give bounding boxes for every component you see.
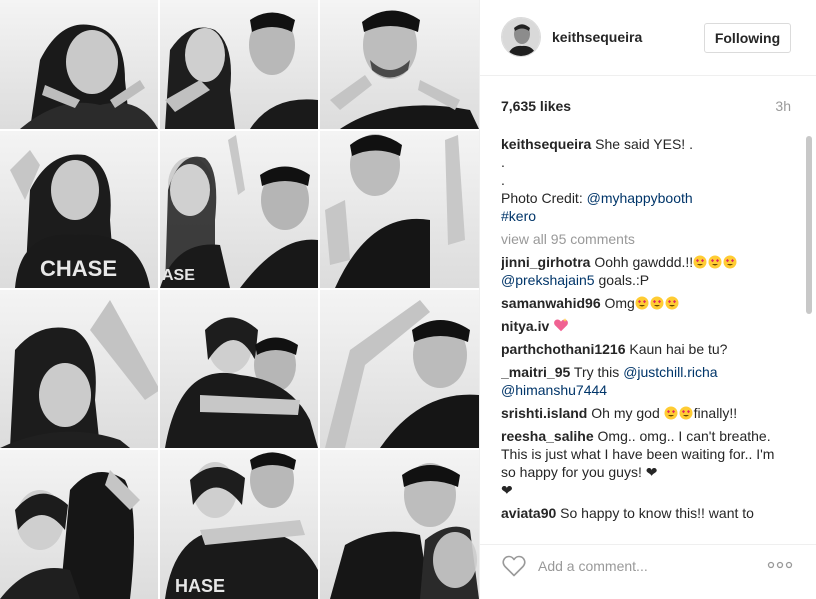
comment-username[interactable]: jinni_girhotra (501, 254, 590, 270)
comment-username[interactable]: parthchothani1216 (501, 341, 625, 357)
svg-text:CHASE: CHASE (40, 256, 117, 281)
heart-eyes-emoji (664, 405, 694, 421)
comments-scrollbar[interactable] (806, 136, 812, 314)
avatar[interactable] (501, 17, 541, 57)
comment-text: So happy to know this!! want to (556, 505, 754, 521)
comment-item: nitya.iv (501, 317, 791, 335)
comment-text: Omg (600, 295, 635, 311)
post-stats: 7,635 likes 3h (501, 98, 791, 116)
comment-item: srishti.island Oh my god finally!! (501, 404, 791, 422)
svg-text:ASE: ASE (162, 267, 195, 284)
comment-username[interactable]: nitya.iv (501, 318, 549, 334)
photo-collage: CHASE ASE HASE (0, 0, 479, 599)
heart-eyes-emoji (693, 254, 738, 270)
comment-username[interactable]: _maitri_95 (501, 364, 570, 380)
post-time[interactable]: 3h (775, 98, 791, 114)
add-comment-input[interactable] (538, 556, 738, 576)
caption-credit-link[interactable]: @myhappybooth (587, 190, 693, 206)
caption-text: She said YES! . (591, 136, 693, 152)
comment-item: parthchothani1216 Kaun hai be tu? (501, 340, 791, 358)
svg-text:HASE: HASE (175, 576, 225, 596)
post-sidebar: keithsequeira Following 7,635 likes 3h k… (479, 0, 816, 599)
comment-item: aviata90 So happy to know this!! want to (501, 504, 791, 522)
caption-dot-2: . (501, 172, 505, 188)
heart-eyes-emoji (635, 295, 680, 311)
header-username[interactable]: keithsequeira (552, 29, 642, 45)
comment-item: reesha_salihe Omg.. omg.. I can't breath… (501, 427, 791, 499)
comment-item: jinni_girhotra Oohh gawddd.!! @prekshaja… (501, 253, 791, 289)
caption-hashtag[interactable]: #kero (501, 208, 536, 224)
comment-text: Oh my god (587, 405, 664, 421)
view-all-comments[interactable]: view all 95 comments (501, 230, 791, 248)
comment-username[interactable]: samanwahid96 (501, 295, 601, 311)
comment-text: Oohh gawddd.!! (590, 254, 694, 270)
comment-username[interactable]: reesha_salihe (501, 428, 594, 444)
comment-mention[interactable]: @himanshu7444 (501, 382, 607, 398)
following-button[interactable]: Following (704, 23, 791, 53)
comment-username[interactable]: srishti.island (501, 405, 587, 421)
view-all-comments-label[interactable]: view all 95 comments (501, 231, 635, 247)
post-header: keithsequeira Following (480, 0, 816, 76)
comment-text-after: finally!! (693, 405, 738, 421)
more-options-icon[interactable] (766, 557, 794, 573)
comment-item: samanwahid96 Omg (501, 294, 791, 312)
comments-list: keithsequeira She said YES! . . . Photo … (501, 135, 791, 531)
comment-mention[interactable]: @justchill.richa (623, 364, 717, 380)
comment-username[interactable]: aviata90 (501, 505, 556, 521)
comment-item: _maitri_95 Try this @justchill.richa @hi… (501, 363, 791, 399)
sparkling-heart-emoji (553, 318, 570, 334)
comment-text: Try this (570, 364, 624, 380)
comment-text-extra: ❤ (501, 482, 513, 498)
caption-username[interactable]: keithsequeira (501, 136, 591, 152)
caption-dot-1: . (501, 154, 505, 170)
post-footer (480, 544, 816, 599)
caption: keithsequeira She said YES! . . . Photo … (501, 135, 791, 225)
heart-icon[interactable] (502, 555, 526, 577)
comment-mention[interactable]: @prekshajain5 (501, 272, 595, 288)
likes-count[interactable]: 7,635 likes (501, 98, 571, 114)
post-photo[interactable]: CHASE ASE HASE (0, 0, 479, 599)
caption-credit-prefix: Photo Credit: (501, 190, 587, 206)
comment-text-after: goals.:P (594, 272, 650, 288)
comment-text: Kaun hai be tu? (625, 341, 728, 357)
